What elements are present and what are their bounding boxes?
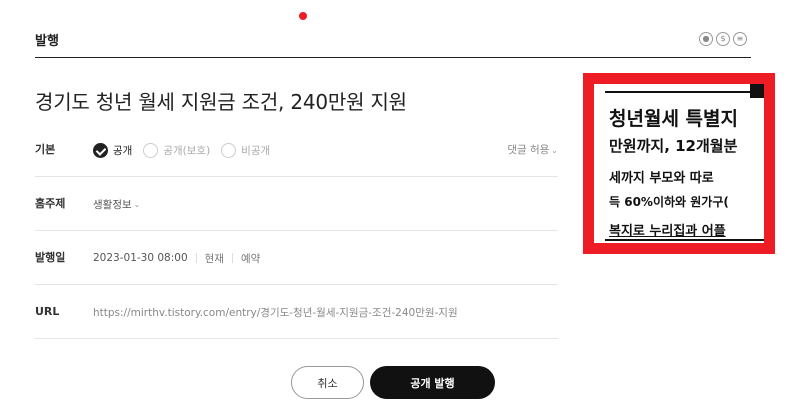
comment-allow-dropdown[interactable]: 댓글 허용 ⌄ bbox=[507, 123, 558, 177]
thumbnail-image: 청년월세 특별지 만원까지, 12개월분 세까지 부모와 따로 득 60%이하와… bbox=[605, 91, 764, 241]
topic-value: 생활정보 bbox=[93, 198, 132, 211]
visibility-options: 공개 공개(보호) 비공개 bbox=[93, 123, 281, 177]
publish-date-value: 2023-01-30 08:00 bbox=[93, 252, 188, 264]
thumbnail-text-line: 만원까지, 12개월분 bbox=[609, 137, 738, 155]
post-title: 경기도 청년 월세 지원금 조건, 240만원 지원 bbox=[35, 90, 407, 114]
radio-unchecked-icon bbox=[221, 142, 237, 158]
radio-unchecked-icon bbox=[143, 142, 159, 158]
radio-protected-label: 공개(보호) bbox=[163, 144, 211, 157]
radio-public[interactable]: 공개 bbox=[93, 142, 133, 158]
radio-checked-icon bbox=[93, 142, 108, 158]
publish-button[interactable]: 공개 발행 bbox=[370, 366, 495, 399]
divider bbox=[195, 253, 197, 263]
thumbnail-edit-icon[interactable] bbox=[750, 84, 764, 98]
thumbnail-preview[interactable]: 청년월세 특별지 만원까지, 12개월분 세까지 부모와 따로 득 60%이하와… bbox=[583, 73, 775, 254]
panel-title: 발행 bbox=[35, 34, 59, 49]
header-icon-group: ● $ ≡ bbox=[699, 32, 747, 46]
publish-date-label: 발행일 bbox=[35, 251, 66, 264]
reserve-option[interactable]: 예약 bbox=[241, 251, 260, 266]
menu-icon[interactable]: ≡ bbox=[733, 32, 747, 46]
publish-date-row: 발행일 2023-01-30 08:00 현재 예약 bbox=[35, 231, 558, 285]
topic-row: 홈주제 생활정보 ⌄ bbox=[35, 177, 558, 231]
thumbnail-text-line: 득 60%이하와 원가구( bbox=[609, 195, 729, 209]
cancel-button[interactable]: 취소 bbox=[291, 366, 364, 399]
thumbnail-text-line: 청년월세 특별지 bbox=[609, 108, 738, 130]
topic-dropdown[interactable]: 생활정보 ⌄ bbox=[93, 177, 140, 231]
url-label: URL bbox=[35, 305, 60, 318]
chevron-down-icon: ⌄ bbox=[133, 199, 141, 209]
comment-allow-label: 댓글 허용 bbox=[507, 144, 550, 156]
radio-private[interactable]: 비공개 bbox=[221, 142, 271, 158]
url-row: URL https://mirthv.tistory.com/entry/경기도… bbox=[35, 285, 558, 339]
url-value: https://mirthv.tistory.com/entry/경기도-청년-… bbox=[93, 306, 458, 319]
accessibility-icon[interactable]: ● bbox=[699, 32, 713, 46]
visibility-row: 기본 공개 공개(보호) 비공개 댓글 허용 ⌄ bbox=[35, 123, 558, 177]
radio-public-label: 공개 bbox=[113, 144, 133, 157]
radio-private-label: 비공개 bbox=[241, 144, 271, 157]
visibility-label: 기본 bbox=[35, 143, 56, 156]
no-ads-icon[interactable]: $ bbox=[716, 32, 730, 46]
radio-protected[interactable]: 공개(보호) bbox=[143, 142, 211, 158]
divider bbox=[231, 253, 233, 263]
chevron-down-icon: ⌄ bbox=[551, 146, 558, 155]
topic-label: 홈주제 bbox=[35, 197, 66, 210]
notification-dot bbox=[299, 12, 307, 20]
thumbnail-text-line: 복지로 누리집과 어플 bbox=[609, 224, 726, 239]
thumbnail-text-line: 세까지 부모와 따로 bbox=[609, 171, 714, 186]
url-field[interactable]: https://mirthv.tistory.com/entry/경기도-청년-… bbox=[93, 285, 458, 339]
now-option[interactable]: 현재 bbox=[205, 251, 224, 266]
header-divider bbox=[35, 57, 751, 58]
publish-date-values: 2023-01-30 08:00 현재 예약 bbox=[93, 231, 260, 285]
